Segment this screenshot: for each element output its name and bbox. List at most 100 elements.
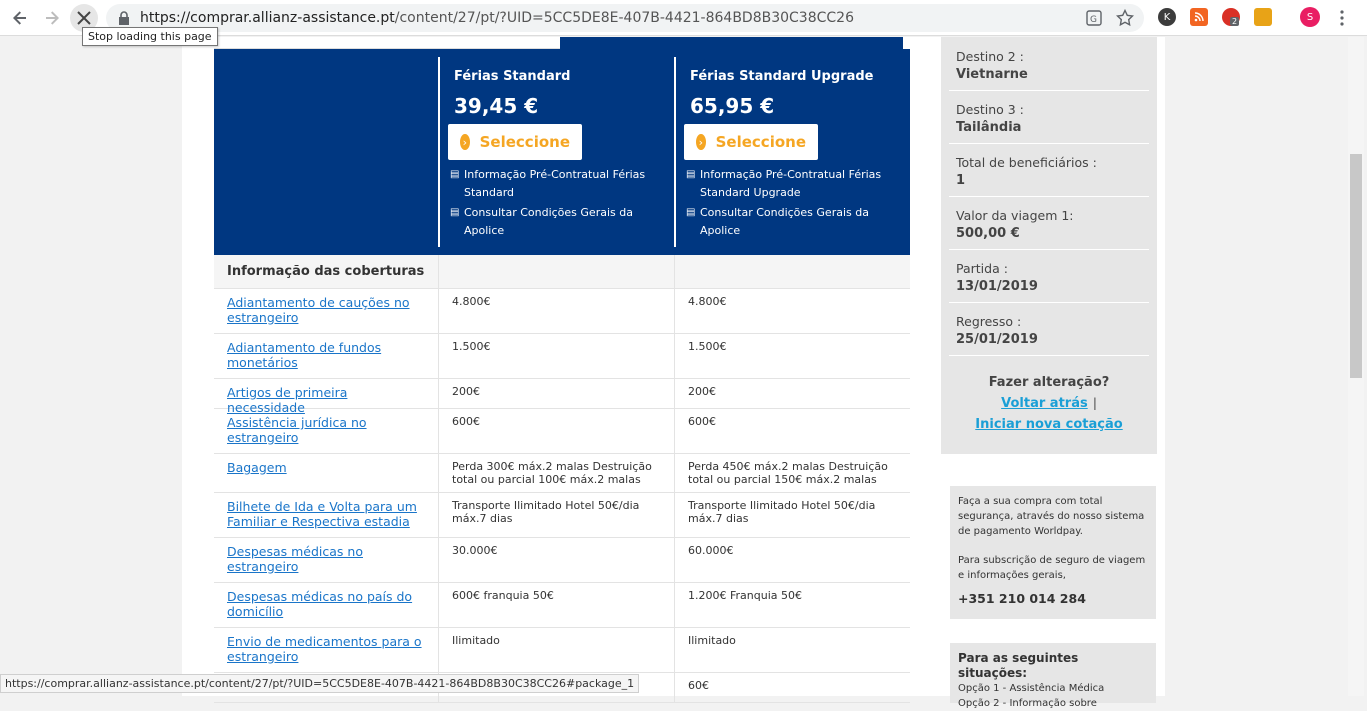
summary-label: Valor da viagem 1: bbox=[956, 208, 1074, 223]
address-bar[interactable]: https://comprar.allianz-assistance.pt/co… bbox=[106, 4, 1144, 32]
doc-link-label: Informação Pré-Contratual Férias Standar… bbox=[464, 168, 646, 199]
extension-badge: 2 bbox=[1230, 17, 1240, 26]
change-section: Fazer alteração? Voltar atrás | Iniciar … bbox=[941, 375, 1157, 432]
link-separator: | bbox=[1092, 396, 1097, 410]
packages-header: Férias Standard 39,45 € › Seleccione ▤ I… bbox=[214, 49, 910, 255]
coverage-value: 200€ bbox=[674, 379, 910, 408]
select-button-label: Seleccione bbox=[715, 133, 806, 151]
select-button-label: Seleccione bbox=[479, 133, 570, 151]
payment-info-box: Faça a sua compra com total segurança, a… bbox=[950, 486, 1156, 619]
summary-value: 25/01/2019 bbox=[956, 332, 1038, 347]
coverage-value: 200€ bbox=[438, 379, 674, 408]
conditions-doc-link[interactable]: ▤ Consultar Condições Gerais da Apolice bbox=[686, 204, 910, 240]
table-row: Bilhete de Ida e Volta para um Familiar … bbox=[214, 493, 910, 538]
conditions-doc-link[interactable]: ▤ Consultar Condições Gerais da Apolice bbox=[450, 204, 674, 240]
summary-item: Destino 3 : Tailândia bbox=[949, 94, 1149, 144]
situations-title: Para as seguintes situações: bbox=[958, 651, 1079, 680]
coverage-value: 600€ franquia 50€ bbox=[438, 583, 674, 627]
precontract-doc-link[interactable]: ▤ Informação Pré-Contratual Férias Stand… bbox=[686, 166, 910, 202]
forward-icon[interactable] bbox=[40, 6, 64, 30]
tab-strip bbox=[214, 37, 560, 49]
coverage-value: 1.200€ Franquia 50€ bbox=[674, 583, 910, 627]
package-standard-upgrade: Férias Standard Upgrade 65,95 € › Selecc… bbox=[674, 57, 910, 247]
summary-label: Destino 3 : bbox=[956, 102, 1024, 117]
summary-label: Total de beneficiários : bbox=[956, 155, 1097, 170]
coverage-value: 30.000€ bbox=[438, 538, 674, 582]
select-standard-button[interactable]: › Seleccione bbox=[448, 124, 582, 160]
option-1: Opção 1 - Assistência Médica bbox=[958, 683, 1105, 694]
table-row: Adiantamento de cauções no estrangeiro 4… bbox=[214, 289, 910, 334]
doc-link-label: Informação Pré-Contratual Férias Standar… bbox=[700, 168, 882, 199]
document-icon: ▤ bbox=[686, 169, 696, 180]
summary-value: 500,00 € bbox=[956, 226, 1020, 241]
lock-icon bbox=[119, 11, 129, 25]
summary-value: 1 bbox=[956, 173, 966, 188]
table-header-row: Informação das coberturas bbox=[214, 255, 910, 289]
doc-link-label: Consultar Condições Gerais da Apolice bbox=[700, 206, 869, 237]
payment-text: Faça a sua compra com total segurança, a… bbox=[958, 496, 1145, 537]
rss-icon[interactable] bbox=[1190, 8, 1208, 26]
coverage-link[interactable]: Adiantamento de fundos monetários bbox=[227, 340, 381, 370]
coverage-value: 1.500€ bbox=[438, 334, 674, 378]
summary-label: Regresso : bbox=[956, 314, 1022, 329]
coverage-link[interactable]: Envio de medicamentos para o estrangeiro bbox=[227, 634, 422, 664]
coverage-value: Transporte Ilimitado Hotel 50€/dia máx.7… bbox=[438, 493, 674, 537]
coverage-value: Ilimitado bbox=[438, 628, 674, 672]
coverage-value: 600€ bbox=[438, 409, 674, 453]
table-header-cell bbox=[674, 255, 910, 288]
instagram-icon[interactable] bbox=[1254, 8, 1272, 26]
new-quote-link[interactable]: Iniciar nova cotação bbox=[975, 417, 1122, 432]
table-row: Adiantamento de fundos monetários 1.500€… bbox=[214, 334, 910, 379]
precontract-doc-link[interactable]: ▤ Informação Pré-Contratual Férias Stand… bbox=[450, 166, 674, 202]
summary-item: Total de beneficiários : 1 bbox=[949, 147, 1149, 197]
select-upgrade-button[interactable]: › Seleccione bbox=[684, 124, 818, 160]
table-row: Bagagem Perda 300€ máx.2 malas Destruiçã… bbox=[214, 454, 910, 493]
option-2: Opção 2 - Informação sobre bbox=[958, 698, 1097, 709]
chevron-right-icon: › bbox=[696, 134, 706, 150]
coverage-link[interactable]: Assistência jurídica no estrangeiro bbox=[227, 415, 367, 445]
coverage-value: 1.500€ bbox=[674, 334, 910, 378]
coverage-link[interactable]: Despesas médicas no país do domicílio bbox=[227, 589, 412, 619]
summary-value: Vietnarne bbox=[956, 67, 1028, 82]
coverage-link[interactable]: Bilhete de Ida e Volta para um Familiar … bbox=[227, 499, 417, 529]
summary-label: Destino 2 : bbox=[956, 49, 1024, 64]
package-price: 65,95 € bbox=[690, 94, 775, 118]
svg-text:G: G bbox=[1090, 15, 1097, 25]
coverage-value: Perda 450€ máx.2 malas Destruição total … bbox=[674, 454, 910, 492]
coverage-table: Informação das coberturas Adiantamento d… bbox=[214, 255, 910, 703]
table-row: Artigos de primeira necessidade 200€ 200… bbox=[214, 379, 910, 415]
back-link[interactable]: Voltar atrás bbox=[1001, 396, 1088, 411]
coverage-link[interactable]: Adiantamento de cauções no estrangeiro bbox=[227, 295, 410, 325]
translate-icon[interactable]: G bbox=[1086, 10, 1102, 26]
coverage-link[interactable]: Despesas médicas no estrangeiro bbox=[227, 544, 363, 574]
bookmark-star-icon[interactable] bbox=[1116, 9, 1134, 27]
coverage-value: 4.800€ bbox=[674, 289, 910, 333]
table-row: Despesas médicas no país do domicílio 60… bbox=[214, 583, 910, 628]
coverage-value: 60€ bbox=[674, 673, 910, 702]
extension-k-icon[interactable]: K bbox=[1158, 8, 1176, 26]
table-header-cell bbox=[438, 255, 674, 288]
package-standard: Férias Standard 39,45 € › Seleccione ▤ I… bbox=[438, 57, 674, 247]
table-row: Envio de medicamentos para o estrangeiro… bbox=[214, 628, 910, 673]
package-price: 39,45 € bbox=[454, 94, 539, 118]
menu-icon[interactable] bbox=[1340, 10, 1344, 30]
avatar[interactable]: S bbox=[1300, 7, 1320, 27]
opera-extension-icon[interactable]: 2 bbox=[1222, 8, 1240, 26]
summary-item: Destino 2 : Vietnarne bbox=[949, 41, 1149, 91]
subscription-text: Para subscrição de seguro de viagem e in… bbox=[958, 555, 1146, 581]
back-icon[interactable] bbox=[8, 6, 32, 30]
chevron-right-icon: › bbox=[460, 134, 470, 150]
summary-value: Tailândia bbox=[956, 120, 1022, 135]
phone-number: +351 210 014 284 bbox=[958, 591, 1086, 606]
trip-summary-sidebar: Destino 2 : Vietnarne Destino 3 : Tailân… bbox=[941, 37, 1157, 454]
package-name: Férias Standard bbox=[454, 69, 571, 84]
coverage-value: 60.000€ bbox=[674, 538, 910, 582]
doc-link-label: Consultar Condições Gerais da Apolice bbox=[464, 206, 633, 237]
summary-item: Valor da viagem 1: 500,00 € bbox=[949, 200, 1149, 250]
coverage-value: 600€ bbox=[674, 409, 910, 453]
status-bar-url: https://comprar.allianz-assistance.pt/co… bbox=[0, 674, 640, 693]
document-icon: ▤ bbox=[450, 169, 460, 180]
coverage-link[interactable]: Bagagem bbox=[227, 460, 287, 475]
summary-item: Regresso : 25/01/2019 bbox=[949, 306, 1149, 356]
scrollbar-thumb[interactable] bbox=[1350, 154, 1362, 378]
